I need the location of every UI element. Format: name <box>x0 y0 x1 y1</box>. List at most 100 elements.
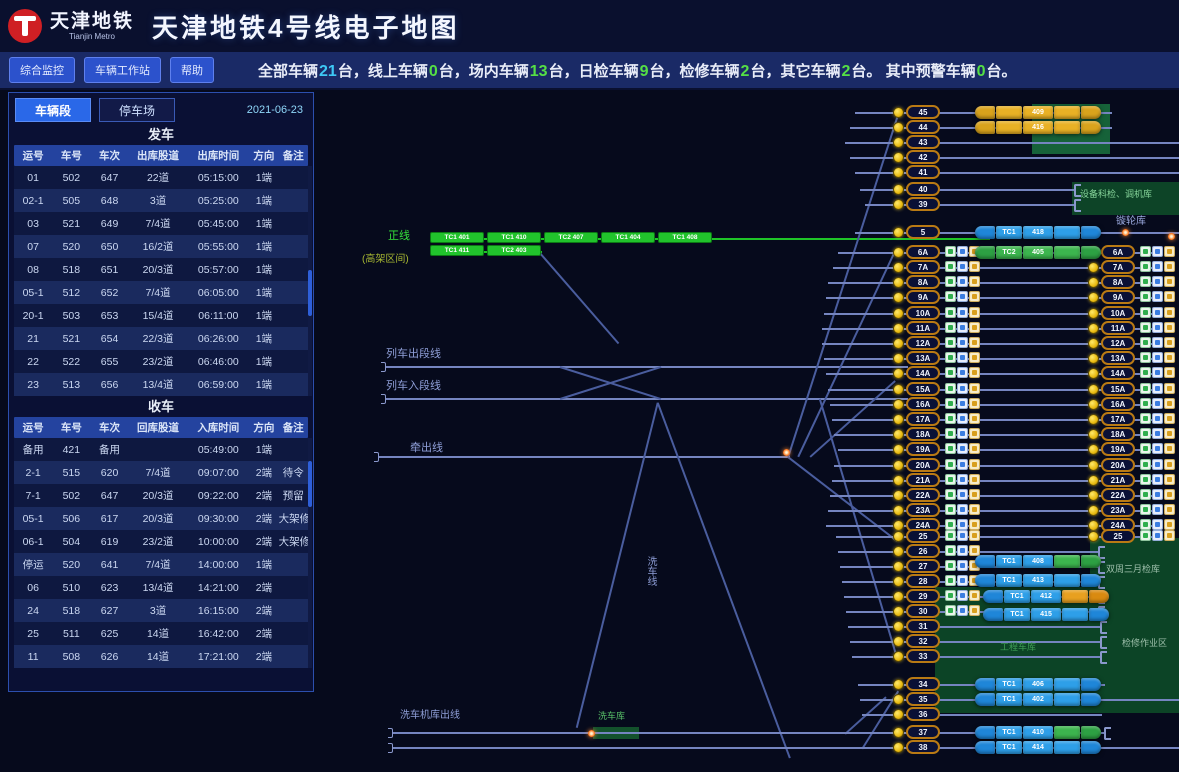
track-number-badge: 19A <box>1101 442 1135 456</box>
train[interactable]: 416 <box>975 121 1101 134</box>
mainline-train-unit[interactable]: TC1 404 <box>601 232 655 243</box>
tab-停车场[interactable]: 停车场 <box>99 98 175 122</box>
track-number-badge: 26 <box>906 544 940 558</box>
table-row[interactable]: 2351365613/4道06:59:001端 <box>14 373 308 396</box>
train[interactable]: TC1418 <box>975 226 1101 239</box>
train[interactable]: TC1412 <box>983 590 1109 603</box>
track-number-badge: 39 <box>906 197 940 211</box>
line-start-bracket <box>381 362 386 372</box>
status-icon-green <box>945 383 956 394</box>
table-cell: 备用 <box>90 442 128 457</box>
mainline-train-unit[interactable]: TC2 403 <box>487 245 541 256</box>
table-row[interactable]: 停运5206417/4道14:00:001端 <box>14 553 308 576</box>
mainline-train-unit[interactable]: TC2 407 <box>544 232 598 243</box>
table-cell: 09:22:00 <box>187 490 249 502</box>
table-cell: 2端 <box>249 626 278 641</box>
alarm-dot <box>1122 229 1129 236</box>
status-icon-green <box>945 530 956 541</box>
toolbar: 综合监控车辆工作站帮助 全部车辆21台，线上车辆0台，场内车辆13台，日检车辆9… <box>0 52 1179 90</box>
scrollbar-thumb[interactable] <box>308 270 312 316</box>
status-label: 全部车辆 <box>258 63 318 80</box>
mainline-train-unit[interactable]: TC1 411 <box>430 245 484 256</box>
mainline-train-unit[interactable]: TC1 401 <box>430 232 484 243</box>
signal-icon <box>893 651 904 662</box>
status-icon-green <box>945 545 956 556</box>
train[interactable]: TC1415 <box>983 608 1109 621</box>
tab-车辆段[interactable]: 车辆段 <box>15 98 91 122</box>
table-row[interactable]: 035216497/4道05:45:001端 <box>14 212 308 235</box>
table-row[interactable]: 05-15126527/4道06:05:001端 <box>14 281 308 304</box>
signal-icon <box>893 137 904 148</box>
table-cell: 1端 <box>249 377 278 392</box>
mainline-train-unit[interactable]: TC1 410 <box>487 232 541 243</box>
signal-icon <box>1088 414 1099 425</box>
track-number-badge: 30 <box>906 604 940 618</box>
track-number-badge: 23A <box>1101 503 1135 517</box>
table-cell: 25 <box>14 628 52 640</box>
train[interactable]: TC2405 <box>975 246 1101 259</box>
status-icon-blue <box>957 322 968 333</box>
toolbar-button-0[interactable]: 综合监控 <box>9 57 75 83</box>
table-row[interactable]: 2-15156207/4道09:07:002端待令 <box>14 461 308 484</box>
status-icon-yellow <box>1164 246 1175 257</box>
table-row[interactable]: 02-15056483道05:25:001端 <box>14 189 308 212</box>
train[interactable]: TC1402 <box>975 693 1101 706</box>
fan-line <box>787 116 898 457</box>
track-end-bracket <box>1074 199 1081 212</box>
mainline-train-unit[interactable]: TC1 408 <box>658 232 712 243</box>
status-icon-green <box>945 590 956 601</box>
signal-icon <box>893 460 904 471</box>
table-row[interactable]: 7-150264720/3道09:22:002端预留 <box>14 484 308 507</box>
train[interactable]: TC1414 <box>975 741 1101 754</box>
table-row[interactable]: 0150264722道05:15:001端 <box>14 166 308 189</box>
table-row[interactable]: 20-150365315/4道06:11:001端 <box>14 304 308 327</box>
status-icon-yellow <box>969 413 980 424</box>
signal-icon <box>893 429 904 440</box>
table-row[interactable]: 2551162514道16:42:002端 <box>14 622 308 645</box>
train-car <box>1054 678 1080 691</box>
track-number-badge: 21A <box>906 473 940 487</box>
table-row[interactable]: 2252265523/2道06:46:001端 <box>14 350 308 373</box>
train-car: 406 <box>1023 678 1053 691</box>
status-icon-blue <box>957 413 968 424</box>
status-icon-blue <box>1152 383 1163 394</box>
table-row[interactable]: 06-150461923/2道10:00:002端大架修 <box>14 530 308 553</box>
table-row[interactable]: 0651062313/4道14:21:002端 <box>14 576 308 599</box>
toolbar-button-1[interactable]: 车辆工作站 <box>84 57 161 83</box>
table-row[interactable]: 2152165422/3道06:26:001端 <box>14 327 308 350</box>
track-number-badge: 14A <box>906 366 940 380</box>
status-icon-yellow <box>1164 489 1175 500</box>
table-row[interactable]: 245186273道16:15:002端 <box>14 599 308 622</box>
status-icon-yellow <box>1164 459 1175 470</box>
scrollbar-thumb[interactable] <box>308 461 312 507</box>
train[interactable]: 409 <box>975 106 1101 119</box>
status-icon-yellow <box>969 519 980 530</box>
table-cell: 518 <box>52 264 90 276</box>
train[interactable]: TC1408 <box>975 555 1101 568</box>
table-row[interactable]: 1150862614道17:21:002端 <box>14 645 308 668</box>
status-icon-blue <box>957 560 968 571</box>
status-icon-blue <box>1152 428 1163 439</box>
status-icon-yellow <box>969 337 980 348</box>
status-icon-yellow <box>1164 519 1175 530</box>
toolbar-button-2[interactable]: 帮助 <box>170 57 214 83</box>
table-body: 0150264722道05:15:001端02-15056483道05:25:0… <box>14 166 308 396</box>
train[interactable]: TC1410 <box>975 726 1101 739</box>
train-car <box>975 693 995 706</box>
table-row[interactable]: 05-150661720/3道09:30:002端大架修 <box>14 507 308 530</box>
train[interactable]: TC1413 <box>975 574 1101 587</box>
status-icon-blue <box>957 246 968 257</box>
status-count: 13 <box>529 63 549 80</box>
table-row[interactable]: 备用421备用05:49:001端 <box>14 438 308 461</box>
table-row[interactable]: 0752065016/2道05:55:001端 <box>14 235 308 258</box>
panel-tabs: 车辆段停车场 2021-06-23 <box>15 98 307 122</box>
table-cell: 505 <box>52 195 90 207</box>
table-cell: 22 <box>14 356 52 368</box>
signal-icon <box>1088 368 1099 379</box>
train-car <box>975 726 995 739</box>
table-cell: 03 <box>14 218 52 230</box>
table-row[interactable]: 0851865120/3道05:57:001端 <box>14 258 308 281</box>
track-number-badge: 33 <box>906 649 940 663</box>
status-icon-green <box>945 428 956 439</box>
train[interactable]: TC1406 <box>975 678 1101 691</box>
